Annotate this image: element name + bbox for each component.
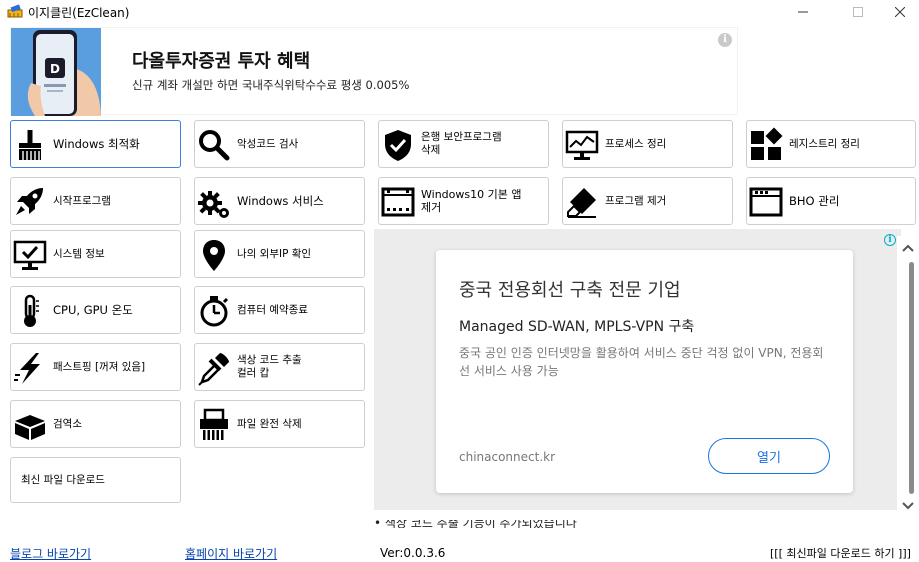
color-picker-label: 색상 코드 추출 컬러 캅	[237, 354, 302, 379]
color-picker-button[interactable]: 색상 코드 추출 컬러 캅	[194, 343, 365, 391]
quarantine-label: 검역소	[53, 417, 82, 430]
windows-services-label: Windows 서비스	[237, 193, 324, 208]
process-cleanup-button[interactable]: 프로세스 정리	[562, 120, 733, 168]
display-ad-domain: chinaconnect.kr	[459, 450, 556, 464]
malware-scan-button[interactable]: 악성코드 검사	[194, 120, 365, 168]
win10-default-apps-button[interactable]: Windows10 기본 앱 제거	[378, 177, 549, 225]
scrollbar-thumb[interactable]	[909, 262, 914, 494]
secure-delete-button[interactable]: 파일 완전 삭제	[194, 400, 365, 448]
banner-ad-subtitle: 신규 계좌 개설만 하면 국내주식위탁수수료 평생 0.005%	[132, 78, 410, 92]
monitor-chart-icon	[565, 130, 599, 160]
external-ip-button[interactable]: 나의 외부IP 확인	[194, 230, 365, 278]
blog-link[interactable]: 블로그 바로가기	[10, 545, 91, 562]
eraser-icon	[567, 188, 596, 218]
film-window-icon	[381, 187, 415, 217]
latest-download-button[interactable]: 최신 파일 다운로드	[10, 457, 181, 503]
browser-window-icon	[749, 187, 783, 217]
stopwatch-icon	[200, 296, 229, 327]
update-notice: • 색상 코드 추출 기능이 추가되었습니다	[374, 520, 577, 528]
monitor-check-icon	[13, 240, 47, 270]
blocks-icon	[751, 127, 783, 160]
banner-ad-image: D	[11, 28, 101, 116]
scheduled-shutdown-label: 컴퓨터 예약종료	[237, 303, 308, 316]
bho-manage-label: BHO 관리	[789, 193, 840, 208]
registry-cleanup-label: 레지스트리 정리	[789, 137, 860, 150]
display-ad-description: 중국 공인 인증 인터넷망을 활용하여 서비스 중단 걱정 없이 VPN, 전용…	[459, 346, 824, 378]
banner-ad-title: 다올투자증권 투자 혜택	[132, 51, 311, 72]
external-ip-label: 나의 외부IP 확인	[237, 247, 312, 260]
win10-default-apps-label: Windows10 기본 앱 제거	[421, 188, 522, 214]
bank-security-remove-button[interactable]: 은행 보안프로그램 삭제	[378, 120, 549, 168]
broom-icon	[19, 130, 41, 160]
close-icon	[895, 7, 905, 17]
window-title: 이지클린(EzClean)	[28, 6, 130, 20]
maximize-icon	[853, 7, 863, 17]
windows-optimize-label: Windows 최적화	[53, 136, 140, 151]
homepage-link[interactable]: 홈페이지 바로가기	[185, 545, 277, 562]
startup-programs-label: 시작프로그램	[53, 194, 111, 207]
program-remove-label: 프로그램 제거	[605, 194, 667, 207]
banner-ad[interactable]: D 다올투자증권 투자 혜택 신규 계좌 개설만 하면 국내주식위탁수수료 평생…	[10, 27, 738, 116]
broom-app-icon	[7, 4, 23, 18]
box-icon	[15, 415, 45, 440]
process-cleanup-label: 프로세스 정리	[605, 137, 667, 150]
lightning-icon	[14, 353, 40, 384]
bank-security-remove-label: 은행 보안프로그램 삭제	[421, 131, 502, 156]
map-pin-icon	[203, 240, 225, 271]
latest-download-label: 최신 파일 다운로드	[21, 473, 105, 486]
program-remove-button[interactable]: 프로그램 제거	[562, 177, 733, 225]
gears-icon	[198, 191, 229, 218]
phone-in-hand-illustration: D	[11, 28, 101, 116]
svg-text:D: D	[50, 62, 60, 76]
fast-ping-button[interactable]: 패스트핑 [꺼져 있음]	[10, 343, 181, 391]
close-button[interactable]	[880, 0, 919, 24]
ad-choices-icon[interactable]: i	[884, 234, 896, 246]
windows-optimize-button[interactable]: Windows 최적화	[10, 120, 181, 168]
thermometer-icon	[24, 294, 39, 327]
ad-info-icon[interactable]: i	[718, 33, 732, 47]
title-bar: 이지클린(EzClean)	[0, 0, 919, 24]
system-info-label: 시스템 정보	[53, 247, 105, 260]
malware-scan-label: 악성코드 검사	[237, 137, 299, 150]
fast-ping-label: 패스트핑 [꺼져 있음]	[53, 360, 146, 373]
minimize-button[interactable]	[783, 0, 823, 24]
scroll-up-icon[interactable]	[902, 244, 914, 252]
shredder-icon	[200, 408, 228, 440]
secure-delete-label: 파일 완전 삭제	[237, 417, 302, 430]
minimize-icon	[798, 11, 808, 13]
rocket-icon	[16, 188, 43, 215]
windows-services-button[interactable]: Windows 서비스	[194, 177, 365, 225]
startup-programs-button[interactable]: 시작프로그램	[10, 177, 181, 225]
vertical-scrollbar[interactable]	[897, 236, 919, 528]
cpu-gpu-temp-button[interactable]: CPU, GPU 온도	[10, 286, 181, 334]
scroll-down-icon[interactable]	[902, 502, 914, 510]
display-ad-title: 중국 전용회선 구축 전문 기업	[459, 280, 681, 301]
display-ad-subtitle: Managed SD-WAN, MPLS-VPN 구축	[459, 319, 695, 335]
eyedropper-icon	[198, 353, 229, 386]
cpu-gpu-temp-label: CPU, GPU 온도	[53, 302, 133, 317]
bho-manage-button[interactable]: BHO 관리	[746, 177, 916, 225]
quarantine-button[interactable]: 검역소	[10, 400, 181, 448]
shield-check-icon	[385, 130, 411, 161]
system-info-button[interactable]: 시스템 정보	[10, 230, 181, 278]
display-ad-card[interactable]: 중국 전용회선 구축 전문 기업 Managed SD-WAN, MPLS-VP…	[436, 250, 853, 493]
magnifier-icon	[199, 130, 230, 161]
registry-cleanup-button[interactable]: 레지스트리 정리	[746, 120, 916, 168]
scheduled-shutdown-button[interactable]: 컴퓨터 예약종료	[194, 286, 365, 334]
download-latest-link[interactable]: [[[ 최신파일 다운로드 하기 ]]]	[770, 545, 911, 561]
version-label: Ver:0.0.3.6	[380, 546, 446, 560]
maximize-button[interactable]	[838, 0, 878, 24]
display-ad-open-button[interactable]: 열기	[708, 438, 830, 474]
